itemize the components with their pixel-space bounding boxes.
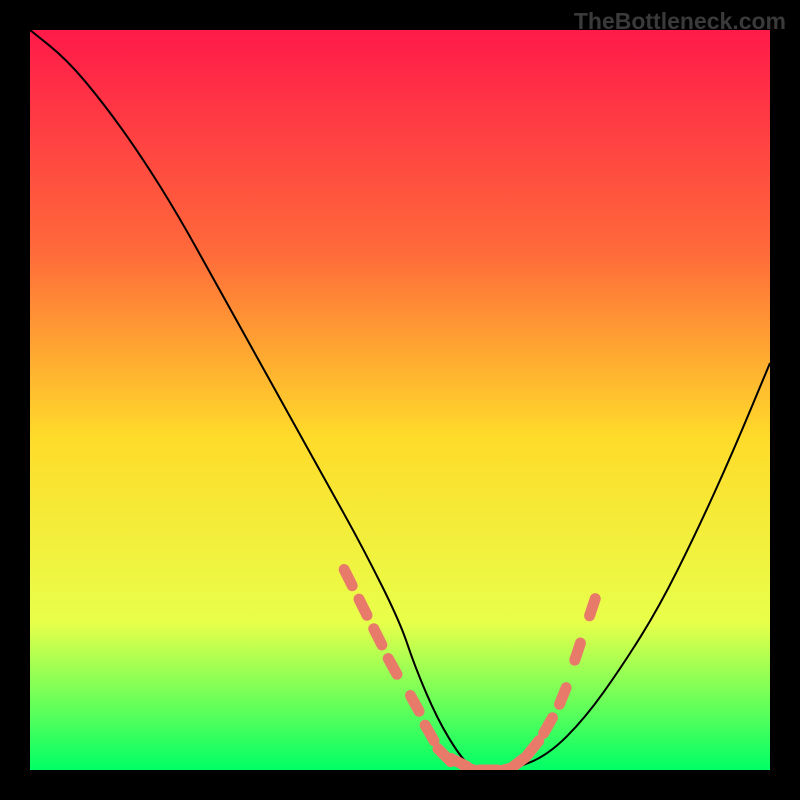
marker-dash	[374, 629, 382, 645]
chart-frame	[30, 30, 770, 770]
marker-dash	[410, 696, 419, 712]
marker-dash	[425, 725, 434, 741]
marker-dash	[388, 659, 397, 675]
chart-background	[30, 30, 770, 770]
marker-dash	[590, 599, 596, 616]
marker-dash	[559, 688, 566, 705]
marker-dash	[344, 570, 352, 586]
chart-svg	[30, 30, 770, 770]
marker-dash	[359, 599, 367, 615]
watermark-text: TheBottleneck.com	[574, 8, 786, 35]
marker-dash	[575, 643, 581, 660]
marker-dash	[544, 718, 553, 734]
